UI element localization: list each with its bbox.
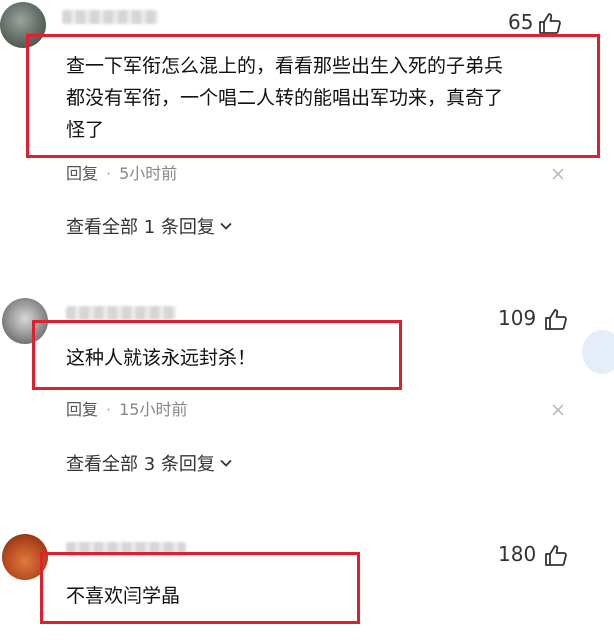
separator-dot: ·	[106, 164, 112, 183]
chevron-down-icon	[220, 459, 232, 467]
comment-text: 不喜欢闫学晶	[66, 585, 181, 607]
comment-meta: 回复 · 15小时前	[66, 396, 187, 420]
close-icon[interactable]	[552, 404, 564, 416]
reply-button[interactable]: 回复	[66, 164, 98, 183]
separator-dot: ·	[106, 400, 112, 419]
close-icon[interactable]	[552, 168, 564, 180]
timestamp: 15小时前	[119, 400, 188, 419]
comment-meta: 回复 · 5小时前	[66, 160, 177, 184]
comment-text: 查一下军衔怎么混上的，看看那些出生入死的子弟兵 都没有军衔，一个唱二人转的能唱出…	[66, 55, 504, 141]
thumbs-up-icon[interactable]	[544, 308, 568, 332]
username-blurred[interactable]	[62, 10, 158, 24]
chevron-down-icon	[220, 222, 232, 230]
like-count: 180	[498, 542, 537, 566]
like-count: 65	[508, 10, 534, 34]
username-blurred[interactable]	[66, 306, 176, 320]
reply-button[interactable]: 回复	[66, 400, 98, 419]
view-replies-button[interactable]: 查看全部 1 条回复	[66, 213, 233, 239]
like-count: 109	[498, 306, 537, 330]
thumbs-up-icon[interactable]	[538, 12, 562, 36]
thumbs-up-icon[interactable]	[544, 544, 568, 568]
comment-text: 这种人就该永远封杀！	[66, 347, 257, 369]
timestamp: 5小时前	[119, 164, 178, 183]
floating-button[interactable]	[582, 330, 614, 374]
view-replies-button[interactable]: 查看全部 3 条回复	[66, 450, 233, 476]
